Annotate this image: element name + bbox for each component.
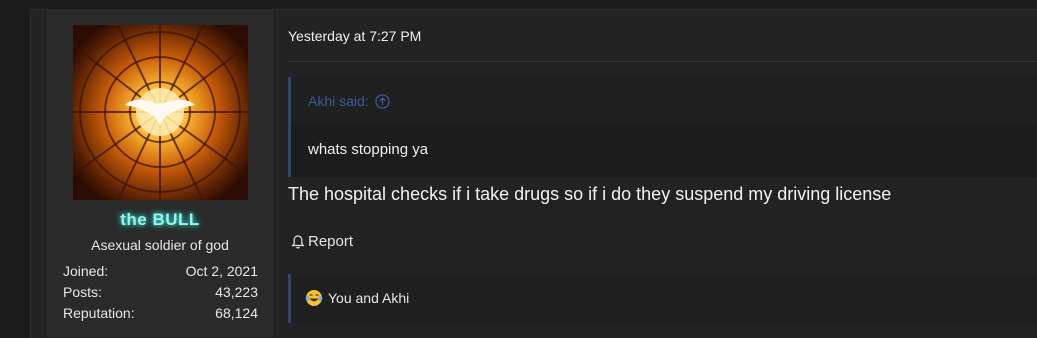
dove-stained-glass-icon bbox=[73, 25, 248, 200]
post-timestamp[interactable]: Yesterday at 7:27 PM bbox=[288, 28, 421, 44]
arrow-up-circle-icon[interactable] bbox=[375, 93, 390, 109]
header-divider bbox=[288, 61, 1037, 62]
quote-body: whats stopping ya bbox=[291, 125, 1037, 177]
reaction-users[interactable]: You and Akhi bbox=[328, 290, 409, 306]
quote-text: whats stopping ya bbox=[308, 141, 429, 158]
stat-joined: Joined: Oct 2, 2021 bbox=[63, 262, 258, 283]
reaction-summary[interactable]: You and Akhi bbox=[305, 289, 409, 307]
stat-label: Posts: bbox=[63, 284, 102, 300]
quote-attribution[interactable]: Akhi said: bbox=[308, 93, 390, 109]
report-label: Report bbox=[308, 233, 354, 250]
avatar[interactable] bbox=[73, 25, 248, 200]
quote-author-link[interactable]: Akhi said: bbox=[308, 93, 369, 109]
post-message: The hospital checks if i take drugs so i… bbox=[288, 184, 892, 204]
user-title: Asexual soldier of god bbox=[91, 237, 229, 253]
laughing-crying-emoji-icon bbox=[305, 290, 323, 306]
stat-label: Reputation: bbox=[63, 305, 135, 321]
report-button[interactable]: Report bbox=[290, 233, 353, 250]
user-stats: Joined: Oct 2, 2021 Posts: 43,223 Reputa… bbox=[63, 262, 258, 325]
stat-label: Joined: bbox=[63, 263, 109, 279]
stat-value: Oct 2, 2021 bbox=[185, 263, 258, 279]
stat-reputation: Reputation: 68,124 bbox=[63, 304, 258, 325]
stat-value: 43,223 bbox=[215, 284, 258, 300]
reactions-bar: You and Akhi bbox=[288, 274, 1037, 323]
quote-block: Akhi said: whats stopping ya bbox=[288, 77, 1037, 177]
stat-posts: Posts: 43,223 bbox=[63, 283, 258, 304]
username[interactable]: the BULL bbox=[47, 210, 273, 230]
stat-value: 68,124 bbox=[215, 305, 258, 321]
bell-icon bbox=[291, 234, 305, 249]
